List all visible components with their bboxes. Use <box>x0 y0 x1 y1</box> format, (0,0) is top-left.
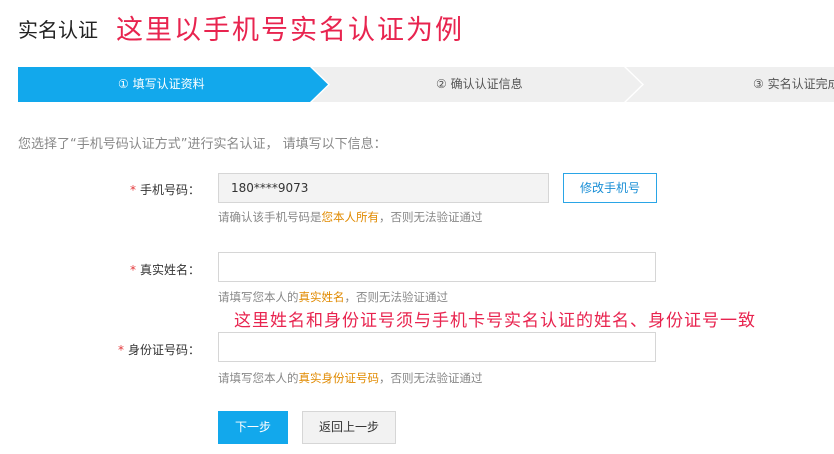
phone-field: 180****9073 <box>218 173 549 203</box>
page-title: 实名认证 <box>18 18 98 42</box>
required-mark: * <box>117 343 124 357</box>
name-label: * 真实姓名： <box>10 261 200 278</box>
required-mark: * <box>129 263 136 277</box>
id-hint-text: 请填写您本人的 <box>218 371 299 385</box>
annotation-title: 这里以手机号实名认证为例 <box>116 15 464 46</box>
change-phone-button[interactable]: 修改手机号 <box>563 173 657 203</box>
phone-hint: 请确认该手机号码是您本人所有，否则无法验证通过 <box>218 209 483 225</box>
back-button[interactable]: 返回上一步 <box>302 411 396 444</box>
name-hint-tail: ，否则无法验证通过 <box>344 290 449 304</box>
next-step-button[interactable]: 下一步 <box>218 411 288 444</box>
progress-steps: ① 填写认证资料 ② 确认认证信息 ③ 实名认证完成 <box>18 67 834 102</box>
id-number-input[interactable] <box>218 332 656 362</box>
annotation-note: 这里姓名和身份证号须与手机卡号实名认证的姓名、身份证号一致 <box>234 311 756 331</box>
phone-hint-tail: ，否则无法验证通过 <box>379 210 483 224</box>
id-hint-tail: ，否则无法验证通过 <box>379 371 483 385</box>
intro-text: 您选择了“手机号码认证方式”进行实名认证， 请填写以下信息： <box>18 137 387 152</box>
name-hint-highlight: 真实姓名 <box>298 290 345 304</box>
required-mark: * <box>129 183 136 197</box>
id-number-hint: 请填写您本人的真实身份证号码，否则无法验证通过 <box>218 370 483 386</box>
name-hint-text: 请填写您本人的 <box>218 290 299 304</box>
id-hint-highlight: 真实身份证号码 <box>298 371 380 385</box>
phone-label-text: 手机号码： <box>139 183 200 197</box>
id-number-label: * 身份证号码： <box>10 341 200 358</box>
id-number-label-text: 身份证号码： <box>127 343 200 357</box>
phone-hint-highlight: 您本人所有 <box>321 210 380 224</box>
step-2-label: ② 确认认证信息 <box>436 77 523 91</box>
step-1-label: ① 填写认证资料 <box>118 77 205 91</box>
phone-hint-text: 请确认该手机号码是 <box>218 210 322 224</box>
step-3-label: ③ 实名认证完成 <box>753 77 834 91</box>
real-name-input[interactable] <box>218 252 656 282</box>
phone-label: * 手机号码： <box>10 181 200 198</box>
name-label-text: 真实姓名： <box>139 263 200 277</box>
name-hint: 请填写您本人的真实姓名，否则无法验证通过 <box>218 289 448 305</box>
